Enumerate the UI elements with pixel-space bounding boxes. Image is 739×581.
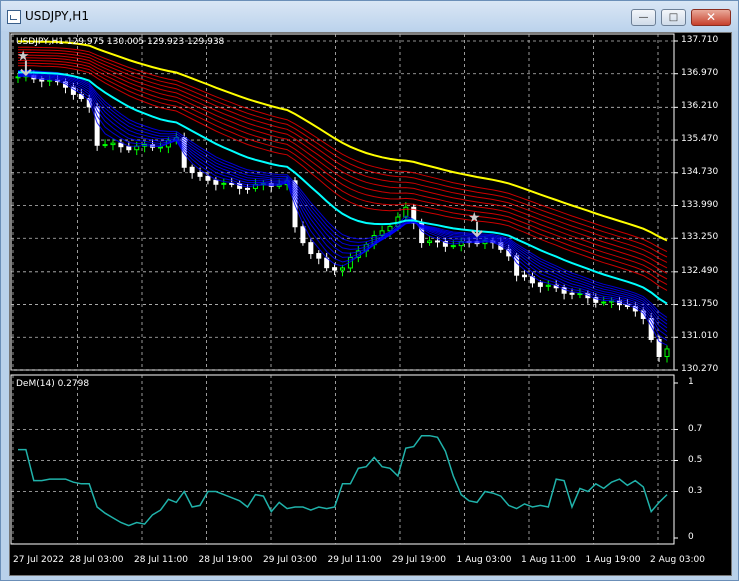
candle-body [197, 172, 203, 177]
ema-slow-line [17, 62, 668, 286]
price-tick-label: 134.730 [681, 166, 719, 177]
candle-body [245, 187, 251, 190]
dem-tick-label: 0.5 [688, 454, 703, 465]
candle-body [569, 292, 575, 295]
candle-body [664, 348, 670, 358]
maximize-icon: □ [668, 12, 679, 23]
time-tick-label: 28 Jul 19:00 [198, 555, 253, 565]
time-tick-label: 1 Aug 11:00 [521, 555, 576, 565]
dem-tick-label: 1 [688, 377, 694, 387]
candle-body [189, 166, 195, 174]
minimize-icon: — [638, 12, 649, 23]
time-tick-label: 2 Aug 03:00 [650, 555, 705, 565]
star-icon: ★ [17, 49, 30, 65]
candle-body [300, 226, 306, 244]
candle-body [577, 293, 583, 296]
time-tick-label: 29 Jul 19:00 [392, 555, 446, 565]
ema-slow-line [17, 46, 668, 253]
ema-fast-line [17, 74, 668, 341]
dem-tick-label: 0.3 [688, 485, 703, 496]
ema-slow-line [17, 54, 668, 269]
candle-body [340, 267, 345, 271]
candle-body [458, 241, 464, 247]
candle-body [545, 284, 551, 287]
main-panel-header: USDJPY,H1 129.975 130.005 129.923 129.93… [16, 37, 225, 47]
window-title: USDJPY,H1 [25, 9, 89, 23]
title-bar[interactable]: USDJPY,H1 — □ ✕ [1, 1, 738, 31]
time-tick-label: 1 Aug 03:00 [456, 555, 512, 565]
ema-fast-line [17, 72, 668, 329]
candle-body [522, 274, 528, 278]
star-icon: ★ [468, 210, 481, 226]
ema-slow-line [17, 59, 668, 280]
candle-body [434, 240, 440, 243]
candle-body [537, 282, 543, 287]
time-tick-label: 29 Jul 11:00 [327, 555, 382, 565]
price-tick-label: 132.490 [681, 265, 719, 276]
dem-tick-label: 0.7 [688, 423, 703, 434]
price-tick-label: 133.250 [681, 232, 719, 243]
chart-window: USDJPY,H1 — □ ✕ ★ ★ USDJPY,H1 129.975 130… [0, 0, 739, 581]
dem-tick-label: 0 [688, 532, 694, 542]
candle-body [134, 145, 140, 151]
minimize-button[interactable]: — [631, 9, 656, 26]
candle-body [316, 253, 322, 259]
dem-line [18, 434, 668, 527]
price-tick-label: 131.750 [681, 298, 719, 309]
candle-body [213, 179, 219, 185]
chart-icon [7, 10, 21, 24]
candle-body [427, 240, 433, 244]
chart-canvas[interactable]: ★★ [10, 33, 731, 575]
chart-area[interactable]: ★ ★ USDJPY,H1 129.975 130.005 129.923 129… [9, 32, 732, 576]
candle-body [110, 142, 116, 146]
candle-body [450, 245, 456, 248]
price-tick-label: 136.210 [681, 101, 719, 112]
time-tick-label: 1 Aug 19:00 [585, 555, 641, 565]
candle-body [308, 242, 314, 255]
time-tick-label: 27 Jul 2022 [13, 555, 64, 565]
close-icon: ✕ [705, 10, 717, 24]
main-panel-frame [10, 33, 675, 371]
candle-body [102, 144, 108, 147]
price-tick-label: 136.970 [681, 67, 719, 78]
candle-body [205, 175, 211, 181]
price-tick-label: 135.470 [681, 134, 719, 145]
price-tick-label: 137.710 [681, 35, 719, 45]
candle-body [157, 146, 163, 149]
ema-slowest-line [18, 40, 668, 242]
price-tick-label: 131.010 [681, 331, 719, 342]
indicator-panel-frame [10, 374, 675, 545]
maximize-button[interactable]: □ [661, 9, 686, 26]
close-button[interactable]: ✕ [691, 9, 731, 26]
price-tick-label: 133.990 [681, 199, 719, 210]
indicator-panel-header: DeM(14) 0.2798 [16, 379, 90, 389]
time-tick-label: 28 Jul 11:00 [134, 555, 188, 565]
candle-body [332, 267, 338, 271]
candle-body [126, 146, 132, 151]
candle-body [221, 182, 227, 185]
time-tick-label: 28 Jul 03:00 [69, 555, 124, 565]
price-tick-label: 130.270 [681, 364, 719, 374]
candle-body [601, 301, 607, 304]
time-tick-label: 29 Jul 03:00 [263, 555, 317, 565]
